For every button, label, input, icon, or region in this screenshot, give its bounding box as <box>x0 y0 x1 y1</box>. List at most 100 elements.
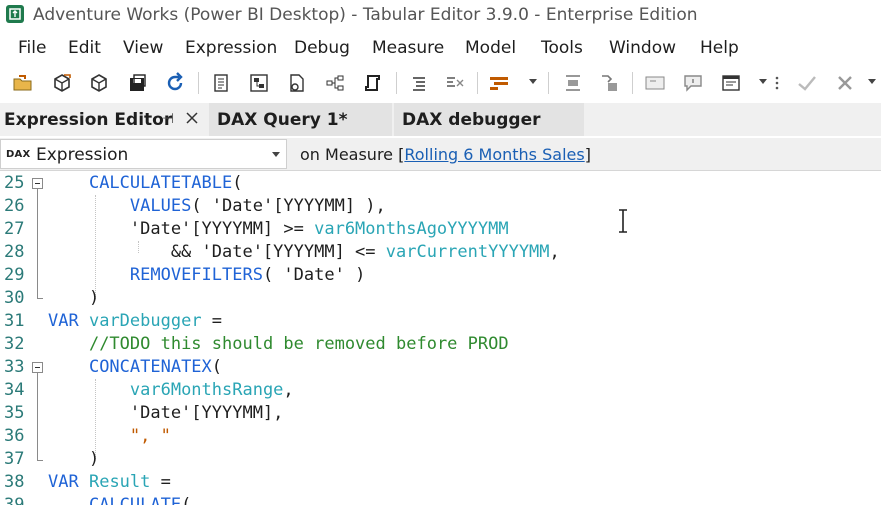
code-text: ", " <box>48 425 171 448</box>
code-token: = <box>201 311 223 331</box>
line-number: 30 <box>4 288 25 308</box>
align-icon[interactable] <box>560 70 586 96</box>
format-icon[interactable] <box>406 70 432 96</box>
code-line[interactable]: 28 && 'Date'[YYYYMM] <= varCurrentYYYYMM… <box>0 241 881 264</box>
code-line[interactable]: 35 'Date'[YYYYMM], <box>0 402 881 425</box>
dropdown-arrow-icon[interactable] <box>529 79 537 84</box>
line-number: 32 <box>4 334 25 354</box>
code-line[interactable]: 29 REMOVEFILTERS( 'Date' ) <box>0 264 881 287</box>
code-line[interactable]: 25 CALCULATETABLE( <box>0 172 881 195</box>
menu-expression[interactable]: Expression <box>185 38 277 58</box>
line-number: 27 <box>4 219 25 239</box>
code-editor[interactable]: 25 CALCULATETABLE(26 VALUES( 'Date'[YYYY… <box>0 172 881 505</box>
format-dax-icon[interactable] <box>442 70 468 96</box>
code-token: ( <box>181 495 192 505</box>
accept-icon[interactable] <box>794 70 820 96</box>
speech-bubble-icon[interactable] <box>680 70 706 96</box>
menu-model[interactable]: Model <box>465 38 516 58</box>
open-folder-icon[interactable] <box>10 70 36 96</box>
query-icon[interactable] <box>284 70 310 96</box>
code-text: REMOVEFILTERS( 'Date' ) <box>48 264 365 287</box>
code-line[interactable]: 37 ) <box>0 448 881 471</box>
code-token: ( <box>232 173 243 193</box>
code-token: CALCULATE <box>88 495 182 505</box>
code-line[interactable]: 34 var6MonthsRange, <box>0 379 881 402</box>
model-box-icon[interactable] <box>86 70 112 96</box>
code-text: 'Date'[YYYYMM], <box>48 402 284 425</box>
code-token: VAR <box>48 472 79 492</box>
tab-dax-debugger[interactable]: DAX debugger <box>394 103 584 136</box>
code-text: //TODO this should be removed before PRO… <box>48 333 509 356</box>
dropdown-arrow-icon[interactable] <box>868 79 876 84</box>
code-token: VAR <box>48 311 79 331</box>
tab-dax-query[interactable]: DAX Query 1* <box>209 103 392 136</box>
line-number: 39 <box>4 495 25 505</box>
tab-expression-editor[interactable]: Expression Editor ⊣ <box>0 103 207 136</box>
toolbar-separator <box>632 72 633 94</box>
deploy-icon[interactable] <box>487 70 513 96</box>
line-number: 33 <box>4 357 25 377</box>
code-line[interactable]: 36 ", " <box>0 425 881 448</box>
code-token: varCurrentYYYYMM <box>385 242 550 262</box>
window-icon[interactable] <box>718 70 744 96</box>
open-model-icon[interactable] <box>49 70 75 96</box>
tabular-editor-logo-icon <box>6 5 24 23</box>
menu-help[interactable]: Help <box>700 38 739 58</box>
comment-icon[interactable] <box>642 70 668 96</box>
cancel-icon[interactable] <box>832 70 858 96</box>
code-line[interactable]: 32 //TODO this should be removed before … <box>0 333 881 356</box>
refresh-icon[interactable] <box>162 70 188 96</box>
script-icon[interactable] <box>360 70 386 96</box>
code-line[interactable]: 33 CONCATENATEX( <box>0 356 881 379</box>
code-token: = <box>150 472 171 492</box>
menu-tools[interactable]: Tools <box>541 38 583 58</box>
code-line[interactable]: 26 VALUES( 'Date'[YYYYMM] ), <box>0 195 881 218</box>
line-number: 29 <box>4 265 25 285</box>
code-token: REMOVEFILTERS <box>129 265 263 285</box>
menu-debug[interactable]: Debug <box>294 38 350 58</box>
save-icon[interactable] <box>124 70 150 96</box>
menu-view[interactable]: View <box>123 38 163 58</box>
object-context-label: on Measure [Rolling 6 Months Sales] <box>300 145 591 164</box>
code-token: var6MonthsRange <box>129 380 284 400</box>
code-text: CALCULATE( <box>48 494 191 505</box>
measure-link[interactable]: Rolling 6 Months Sales <box>404 145 584 164</box>
code-token: //TODO this should be removed before PRO… <box>88 334 509 354</box>
tab-label: Expression Editor <box>4 109 173 130</box>
code-token: VALUES <box>129 196 192 216</box>
menu-edit[interactable]: Edit <box>68 38 101 58</box>
code-text: ) <box>48 287 99 310</box>
bracket-close: ] <box>584 145 591 164</box>
text-cursor-icon <box>619 209 627 233</box>
schema-icon[interactable] <box>246 70 272 96</box>
code-text: VAR Result = <box>48 471 171 494</box>
dropdown-arrow-icon[interactable] <box>759 79 767 84</box>
document-icon[interactable] <box>208 70 234 96</box>
code-token: var6MonthsAgoYYYYMM <box>314 219 509 239</box>
code-line[interactable]: 31 VAR varDebugger = <box>0 310 881 333</box>
code-line[interactable]: 27 'Date'[YYYYMM] >= var6MonthsAgoYYYYMM <box>0 218 881 241</box>
menu-measure[interactable]: Measure <box>372 38 444 58</box>
code-line[interactable]: 38 VAR Result = <box>0 471 881 494</box>
code-token: varDebugger <box>88 311 202 331</box>
line-number: 26 <box>4 196 25 216</box>
hierarchy-icon[interactable] <box>322 70 348 96</box>
line-number: 37 <box>4 449 25 469</box>
close-icon[interactable] <box>184 110 200 126</box>
import-icon[interactable] <box>596 70 622 96</box>
expression-property-dropdown[interactable]: DAX Expression <box>0 139 287 169</box>
menu-file[interactable]: File <box>18 38 46 58</box>
toolbar-separator <box>198 72 199 94</box>
code-line[interactable]: 39 CALCULATE( <box>0 494 881 505</box>
overflow-menu-icon[interactable] <box>772 70 782 96</box>
menu-window[interactable]: Window <box>609 38 676 58</box>
pin-icon[interactable]: ⊣ <box>162 111 174 127</box>
code-line[interactable]: 30 ) <box>0 287 881 310</box>
